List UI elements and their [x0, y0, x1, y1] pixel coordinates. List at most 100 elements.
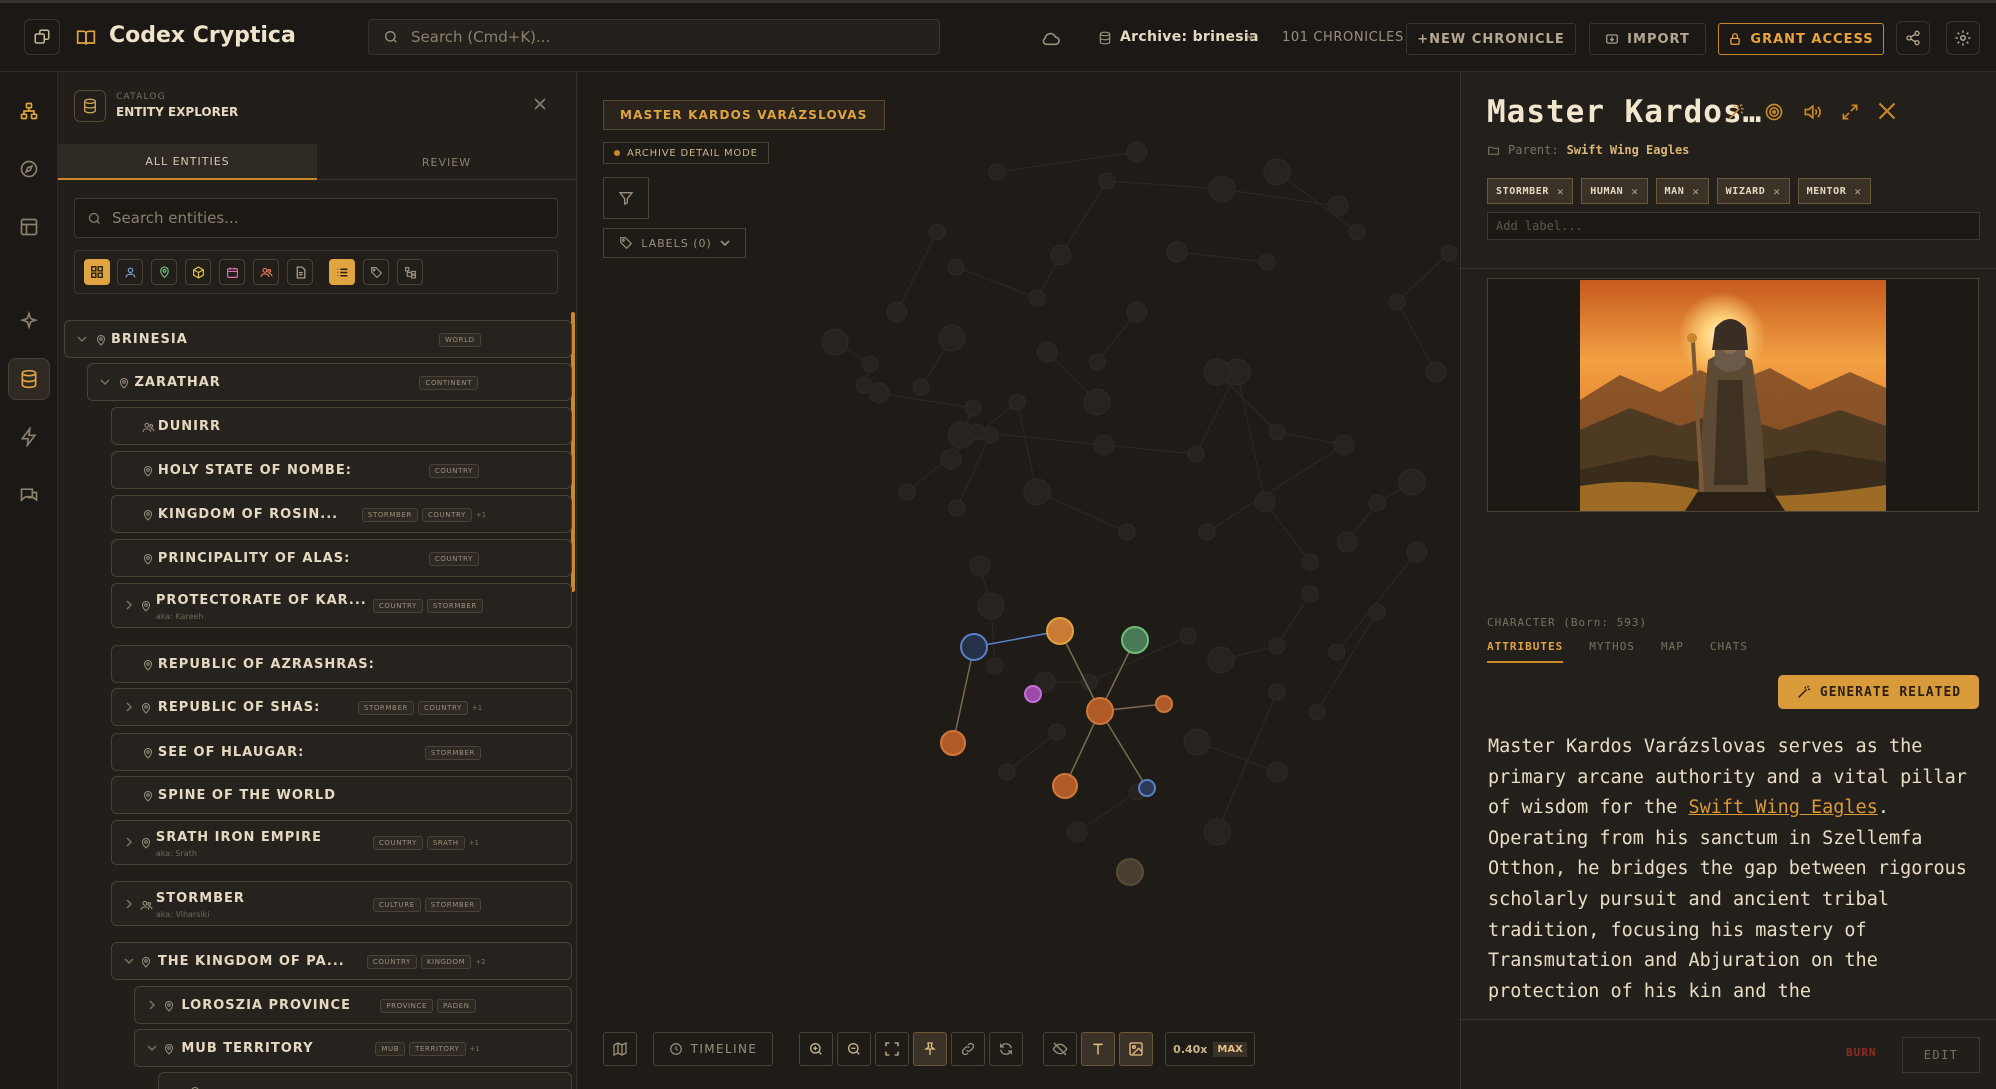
graph-node-faded[interactable] [998, 763, 1016, 781]
target-icon[interactable] [1764, 102, 1784, 122]
grant-access-button[interactable]: GRANT ACCESS [1718, 23, 1884, 55]
tree-row[interactable]: STORMBER aka: Viharsiki CULTURE STORMBER [110, 881, 573, 926]
graph-node-faded[interactable] [1328, 643, 1346, 661]
graph-node-faded[interactable] [1023, 478, 1051, 506]
filter-note-icon[interactable] [287, 259, 313, 285]
graph-node-faded[interactable] [1203, 818, 1231, 846]
graph-node-faded[interactable] [968, 423, 986, 441]
tab-review[interactable]: REVIEW [317, 144, 576, 180]
cloud-icon[interactable] [1040, 29, 1062, 47]
map-icon[interactable] [603, 1032, 637, 1066]
tree-row[interactable] [157, 1072, 573, 1089]
graph-node-faded[interactable] [1203, 358, 1231, 386]
graph-node-faded[interactable] [1048, 723, 1066, 741]
compass-icon[interactable] [8, 148, 50, 190]
graph-node-faded[interactable] [1198, 523, 1216, 541]
new-chronicle-button[interactable]: +NEW CHRONICLE [1406, 23, 1576, 55]
graph-node-faded[interactable] [988, 163, 1006, 181]
graph-node-faded[interactable] [1126, 141, 1148, 163]
filter-character-icon[interactable] [117, 259, 143, 285]
tree-row[interactable]: BRINESIA WORLD [64, 320, 573, 358]
tree-row[interactable]: SPINE OF THE WORLD [110, 776, 573, 815]
graph-node-faded[interactable] [1368, 494, 1386, 512]
generate-related-button[interactable]: GENERATE RELATED [1778, 675, 1979, 709]
graph-node-faded[interactable] [1050, 244, 1072, 266]
graph-node-faded[interactable] [928, 223, 946, 241]
graph-node-faded[interactable] [1093, 434, 1115, 456]
share-icon[interactable] [1896, 21, 1930, 55]
global-search-input[interactable]: Search (Cmd+K)... [368, 19, 940, 55]
graph-node-faded[interactable] [1333, 434, 1355, 456]
zoom-out-icon[interactable] [837, 1032, 871, 1066]
graph-node-faded[interactable] [868, 382, 890, 404]
labels-dropdown-button[interactable]: LABELS (0) [603, 228, 746, 258]
graph-node-faded[interactable] [1088, 353, 1106, 371]
tree-row[interactable]: REPUBLIC OF AZRASHRAS: [110, 645, 573, 684]
graph-node-faded[interactable] [977, 592, 1005, 620]
graph-node-faded[interactable] [1425, 361, 1447, 383]
filter-event-icon[interactable] [219, 259, 245, 285]
graph-node-faded[interactable] [1208, 175, 1236, 203]
graph-node-faded[interactable] [1327, 195, 1349, 217]
graph-node-faded[interactable] [1187, 445, 1205, 463]
graph-network[interactable] [577, 72, 1460, 1089]
graph-node-faded[interactable] [1066, 821, 1088, 843]
zoom-in-icon[interactable] [799, 1032, 833, 1066]
label-chip[interactable]: HUMAN ✕ [1581, 178, 1648, 204]
swift-wing-eagles-link[interactable]: Swift Wing Eagles [1688, 797, 1877, 818]
chevron-down-icon[interactable] [77, 334, 87, 344]
graph-node-faded[interactable] [940, 448, 962, 470]
graph-node-faded[interactable] [1268, 423, 1286, 441]
graph-node-faded[interactable] [886, 301, 908, 323]
graph-node-faded[interactable] [1126, 301, 1148, 323]
tab-chats[interactable]: CHATS [1710, 640, 1748, 663]
burn-button[interactable]: BURN [1846, 1046, 1877, 1059]
gear-icon[interactable] [1946, 21, 1980, 55]
entity-search-input[interactable]: Search entities... [74, 198, 558, 238]
graph-node-faded[interactable] [1263, 158, 1291, 186]
graph-node-faded[interactable] [1336, 531, 1358, 553]
chevron-down-icon[interactable] [1246, 33, 1256, 41]
graph-node-faded[interactable] [947, 258, 965, 276]
graph-node-faded[interactable] [1268, 683, 1286, 701]
graph-node-faded[interactable] [1183, 728, 1211, 756]
graph-node-faded[interactable] [1083, 388, 1111, 416]
filter-location-icon[interactable] [151, 259, 177, 285]
tab-map[interactable]: MAP [1661, 640, 1684, 663]
graph-node-faded[interactable] [1398, 468, 1426, 496]
graph-node-faded[interactable] [912, 378, 930, 396]
chevron-right-icon[interactable] [147, 1000, 157, 1010]
graph-node-faded[interactable] [861, 355, 879, 373]
graph-node[interactable] [1086, 697, 1114, 725]
magic-wand-icon[interactable] [1726, 102, 1746, 122]
filter-all-icon[interactable] [84, 259, 110, 285]
graph-node-faded[interactable] [1348, 223, 1366, 241]
refresh-icon[interactable] [989, 1032, 1023, 1066]
pin-icon[interactable] [913, 1032, 947, 1066]
graph-node[interactable] [940, 730, 966, 756]
graph-canvas[interactable]: MASTER KARDOS VARÁZSLOVAS ARCHIVE DETAIL… [577, 72, 1460, 1089]
chevron-down-icon[interactable] [124, 956, 134, 966]
tree-row[interactable]: PROTECTORATE OF KAR... aka: Kareeh COUNTRY… [110, 582, 573, 628]
graph-node-faded[interactable] [1258, 253, 1276, 271]
graph-node-faded[interactable] [1308, 703, 1326, 721]
character-portrait[interactable] [1580, 280, 1886, 511]
graph-node-faded[interactable] [1406, 541, 1428, 563]
database-icon[interactable] [8, 358, 50, 400]
graph-icon[interactable] [8, 90, 50, 132]
graph-node[interactable] [1116, 858, 1144, 886]
graph-node-faded[interactable] [1266, 761, 1288, 783]
graph-node-faded[interactable] [1118, 523, 1136, 541]
tab-mythos[interactable]: MYTHOS [1589, 640, 1635, 663]
tree-row[interactable]: ZARATHAR CONTINENT [87, 363, 573, 402]
fit-view-icon[interactable] [875, 1032, 909, 1066]
chevron-down-icon[interactable] [147, 1043, 157, 1053]
graph-node[interactable] [1024, 685, 1042, 703]
tree-row[interactable]: REPUBLIC OF SHAS: STORMBER COUNTRY +1 [110, 688, 573, 727]
graph-node-faded[interactable] [1388, 293, 1406, 311]
filter-faction-icon[interactable] [253, 259, 279, 285]
tree-view-icon[interactable] [397, 259, 423, 285]
tree-row[interactable]: HOLY STATE OF NOMBE: COUNTRY [110, 451, 573, 490]
sparkles-icon[interactable] [8, 300, 50, 342]
filter-item-icon[interactable] [185, 259, 211, 285]
